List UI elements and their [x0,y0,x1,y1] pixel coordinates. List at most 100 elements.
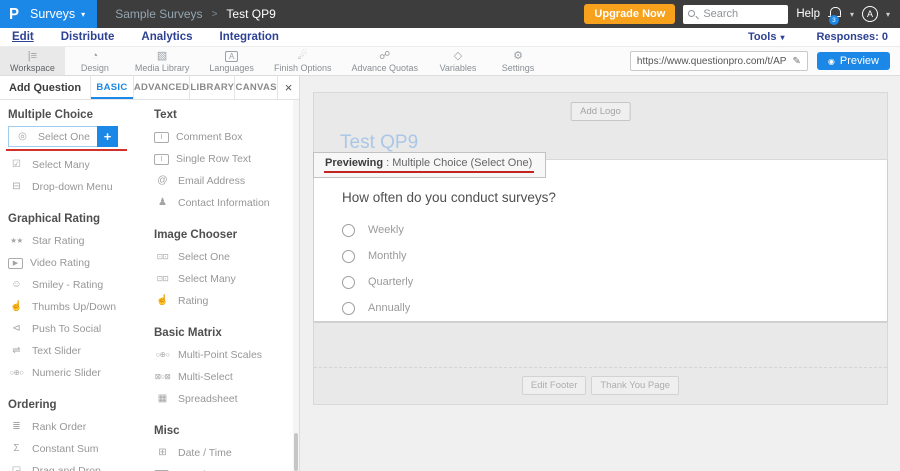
qtype-constant-sum[interactable]: ΣConstant Sum [8,438,148,460]
answer-option-annually[interactable]: Annually [342,295,887,321]
search-box[interactable] [683,5,788,24]
radio-icon[interactable] [342,224,355,237]
qtype-select-many[interactable]: ⊡⊡Select Many [154,268,294,290]
tab-canvas[interactable]: CANVAS [234,76,277,99]
qtype-label: Rank Order [32,421,86,433]
qtype-star-rating[interactable]: ★★Star Rating [8,230,148,252]
tab-advanced[interactable]: ADVANCED [133,76,190,99]
chevron-down-icon: ▾ [780,33,784,42]
toolbar-item-media-library[interactable]: ▧Media Library [125,47,200,75]
edit-url-icon[interactable]: ✎ [787,56,807,67]
answer-option-quarterly[interactable]: Quarterly [342,269,887,295]
notifications-button[interactable]: 3 [828,7,842,21]
qtype-multi-select[interactable]: ⊠○⊠Multi-Select [154,366,294,388]
qtype-select-many[interactable]: ☑Select Many [8,154,148,176]
image-icon: ▧ [157,50,167,62]
surveys-menu[interactable]: Surveys ▾ [30,7,85,21]
multi-point-scales-icon: ○⊕○ [154,349,171,361]
qtype-email-address[interactable]: @Email Address [154,170,294,192]
breadcrumb-parent[interactable]: Sample Surveys [115,7,202,21]
edit-footer-button[interactable]: Edit Footer [522,376,586,395]
email-icon: @ [154,175,171,187]
select-one-icon: ◎ [14,131,31,143]
survey-menu-bar: Edit Distribute Analytics Integration Tools… [0,28,900,46]
help-link[interactable]: Help [796,8,820,20]
qtype-spreadsheet[interactable]: ▦Spreadsheet [154,388,294,410]
workspace-icon: |≡ [28,50,37,62]
thank-you-page-button[interactable]: Thank You Page [591,376,679,395]
toolbar-item-settings[interactable]: ⚙Settings [488,47,548,75]
single-row-text-icon: I [154,154,169,165]
qtype-drop-down-menu[interactable]: ⊟Drop-down Menu [8,176,148,198]
menu-item-integration[interactable]: Integration [220,31,279,43]
panel-title: Add Question [0,82,90,94]
qtype-date-time[interactable]: ⊞Date / Time [154,442,294,464]
toolbar-item-languages[interactable]: ALanguages [199,47,264,75]
answer-option-weekly[interactable]: Weekly [342,217,887,243]
qtype-thumbs-up-down[interactable]: ☝Thumbs Up/Down [8,296,148,318]
qtype-label: Rating [178,295,208,307]
qtype-text-slider[interactable]: ⇌Text Slider [8,340,148,362]
question-text[interactable]: How often do you conduct surveys? [342,190,887,205]
toolbar-item-variables[interactable]: ◇Variables [428,47,488,75]
qtype-numeric-slider[interactable]: ○⊕○Numeric Slider [8,362,148,384]
qtype-contact-information[interactable]: ♟Contact Information [154,192,294,214]
chevron-down-icon[interactable]: ▾ [850,10,854,19]
tab-basic[interactable]: BASIC [90,76,133,99]
tools-menu[interactable]: Tools ▾ [748,31,785,43]
add-question-plus-button[interactable]: + [97,126,118,147]
survey-title[interactable]: Test QP9 [340,132,418,154]
close-icon[interactable]: × [277,76,299,99]
tab-library[interactable]: LIBRARY [189,76,234,99]
qtype-comment-box[interactable]: IComment Box [154,126,294,148]
brand-area[interactable]: P Surveys ▾ [0,0,97,28]
previewing-value: : Multiple Choice (Select One) [383,157,532,169]
qtype-select-one[interactable]: ◎Select One+ [8,126,118,147]
menu-item-analytics[interactable]: Analytics [141,31,192,43]
qtype-rank-order[interactable]: ≣Rank Order [8,416,148,438]
option-label: Quarterly [368,276,413,288]
toolbar-item-workspace[interactable]: |≡Workspace [0,47,65,75]
qtype-label: Video Rating [30,257,90,269]
qtype-multi-point-scales[interactable]: ○⊕○Multi-Point Scales [154,344,294,366]
menu-item-distribute[interactable]: Distribute [61,31,115,43]
qtype-push-to-social[interactable]: ⊲Push To Social [8,318,148,340]
qtype-label: Star Rating [32,235,85,247]
toolbar-item-design[interactable]: ◔Design [65,47,125,75]
tag-icon: ◇ [454,50,462,62]
previewing-label: Previewing [325,157,383,169]
preview-button[interactable]: ◉ Preview [817,52,890,70]
radio-icon[interactable] [342,250,355,263]
survey-footer: Edit Footer Thank You Page [313,322,888,405]
chevron-down-icon[interactable]: ▾ [886,10,890,19]
qtype-label: Select Many [32,159,90,171]
footer-buttons: Edit Footer Thank You Page [314,376,887,395]
panel-scrollbar[interactable] [293,100,299,471]
toolbar-item-finish-options[interactable]: ☄Finish Options [264,47,342,75]
qtype-video-rating[interactable]: ▶Video Rating [8,252,148,274]
avatar[interactable]: A [862,6,878,22]
drag-drop-icon: ◲ [8,465,25,471]
radio-icon[interactable] [342,302,355,315]
qtype-rating[interactable]: ☝Rating [154,290,294,312]
survey-url-text: https://www.questionpro.com/t/APNrfZ [631,56,787,67]
comment-box-icon: I [154,132,169,143]
qtype-single-row-text[interactable]: ISingle Row Text [154,148,294,170]
menu-item-edit[interactable]: Edit [12,31,34,43]
radio-icon[interactable] [342,276,355,289]
qtype-select-one[interactable]: ⊡⊡Select One [154,246,294,268]
answer-option-monthly[interactable]: Monthly [342,243,887,269]
survey-url-field[interactable]: https://www.questionpro.com/t/APNrfZ ✎ [630,51,808,71]
image-select-one-icon: ⊡⊡ [154,251,171,263]
upgrade-now-button[interactable]: Upgrade Now [584,4,675,24]
qtype-captcha[interactable]: vxCaptcha [154,464,294,471]
qtype-smiley-rating[interactable]: ☺Smiley - Rating [8,274,148,296]
responses-count[interactable]: Responses: 0 [816,31,888,43]
add-logo-button[interactable]: Add Logo [570,102,631,121]
survey-canvas: Add Logo Test QP9 Previewing : Multiple … [300,76,900,471]
qtype-drag-and-drop[interactable]: ◲Drag and Drop [8,460,148,471]
toolbar-item-advance-quotas[interactable]: ☍Advance Quotas [341,47,428,75]
search-icon [688,9,699,20]
search-input[interactable] [703,8,783,20]
scrollbar-thumb[interactable] [294,433,298,471]
